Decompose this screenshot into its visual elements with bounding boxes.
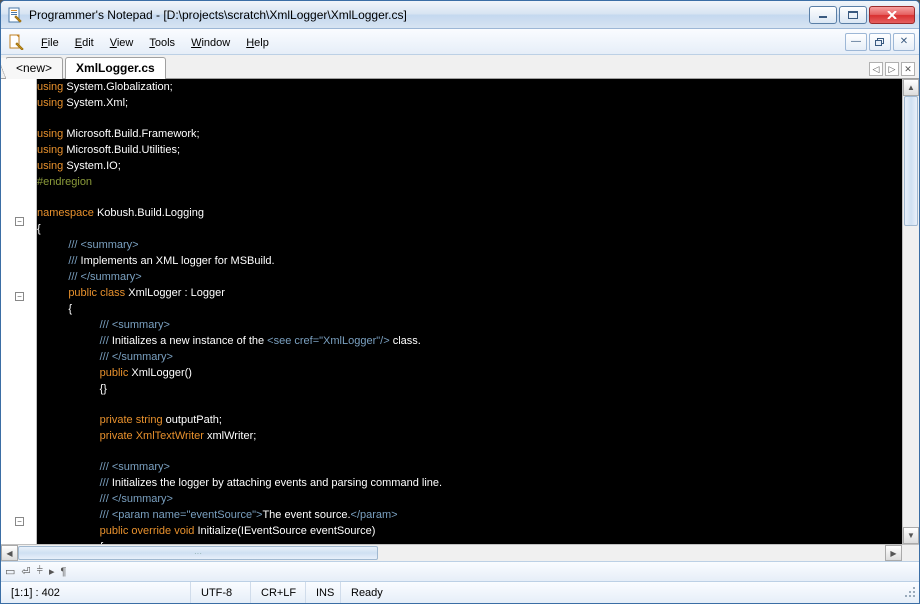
- close-button[interactable]: [869, 6, 915, 24]
- horizontal-scrollbar[interactable]: ◀ ··· ▶: [1, 544, 919, 561]
- app-window: Programmer's Notepad - [D:\projects\scra…: [0, 0, 920, 604]
- pilcrow-icon[interactable]: ¶: [60, 566, 66, 578]
- menu-view[interactable]: View: [102, 32, 142, 52]
- tab-new[interactable]: <new>: [5, 57, 63, 79]
- fold-toggle-icon[interactable]: −: [15, 217, 24, 226]
- menubar: File Edit View Tools Window Help — ✕: [1, 29, 919, 55]
- status-position: [1:1] : 402: [1, 582, 191, 603]
- maximize-button[interactable]: [839, 6, 867, 24]
- status-encoding[interactable]: UTF-8: [191, 582, 251, 603]
- tab-next-icon[interactable]: ▷: [885, 62, 899, 76]
- fold-toggle-icon[interactable]: −: [15, 292, 24, 301]
- code-area[interactable]: using System.Globalization; using System…: [37, 79, 902, 544]
- view-toolbar: ▭ ⏎ ⫩ ▸ ¶: [1, 561, 919, 581]
- status-insert-mode[interactable]: INS: [306, 582, 341, 603]
- menu-help[interactable]: Help: [238, 32, 277, 52]
- child-minimize-button[interactable]: —: [845, 33, 867, 51]
- menu-edit[interactable]: Edit: [67, 32, 102, 52]
- scroll-thumb-h[interactable]: ···: [18, 546, 378, 560]
- scroll-up-icon[interactable]: ▲: [903, 79, 919, 96]
- resize-grip[interactable]: [901, 585, 919, 601]
- child-close-button[interactable]: ✕: [893, 33, 915, 51]
- vertical-scrollbar[interactable]: ▲ ▼: [902, 79, 919, 544]
- menu-file[interactable]: File: [33, 32, 67, 52]
- minimize-button[interactable]: [809, 6, 837, 24]
- menu-window[interactable]: Window: [183, 32, 238, 52]
- tab-close-icon[interactable]: ✕: [901, 62, 915, 76]
- titlebar[interactable]: Programmer's Notepad - [D:\projects\scra…: [1, 1, 919, 29]
- bookmark-icon[interactable]: ▭: [5, 565, 15, 578]
- scroll-thumb-v[interactable]: [904, 96, 918, 226]
- scroll-down-icon[interactable]: ▼: [903, 527, 919, 544]
- scroll-right-icon[interactable]: ▶: [885, 545, 902, 561]
- scroll-left-icon[interactable]: ◀: [1, 545, 18, 561]
- app-icon: [7, 7, 23, 23]
- tab-xmllogger[interactable]: XmlLogger.cs: [65, 57, 166, 79]
- statusbar: [1:1] : 402 UTF-8 CR+LF INS Ready: [1, 581, 919, 603]
- menu-tools[interactable]: Tools: [141, 32, 183, 52]
- status-eol[interactable]: CR+LF: [251, 582, 306, 603]
- new-document-icon[interactable]: [5, 32, 27, 52]
- fold-toggle-icon[interactable]: −: [15, 517, 24, 526]
- line-endings-icon[interactable]: ▸: [49, 565, 55, 578]
- tab-prev-icon[interactable]: ◁: [869, 62, 883, 76]
- fold-gutter[interactable]: − − −: [1, 79, 37, 544]
- status-message: Ready: [341, 582, 901, 603]
- window-controls: [809, 6, 915, 24]
- whitespace-icon[interactable]: ⫩: [37, 565, 43, 578]
- tab-bar: <new> XmlLogger.cs ◁ ▷ ✕: [1, 55, 919, 79]
- word-wrap-icon[interactable]: ⏎: [21, 565, 30, 578]
- window-title: Programmer's Notepad - [D:\projects\scra…: [29, 8, 809, 22]
- child-restore-button[interactable]: [869, 33, 891, 51]
- editor: − − − using System.Globalization; using Sy…: [1, 79, 919, 544]
